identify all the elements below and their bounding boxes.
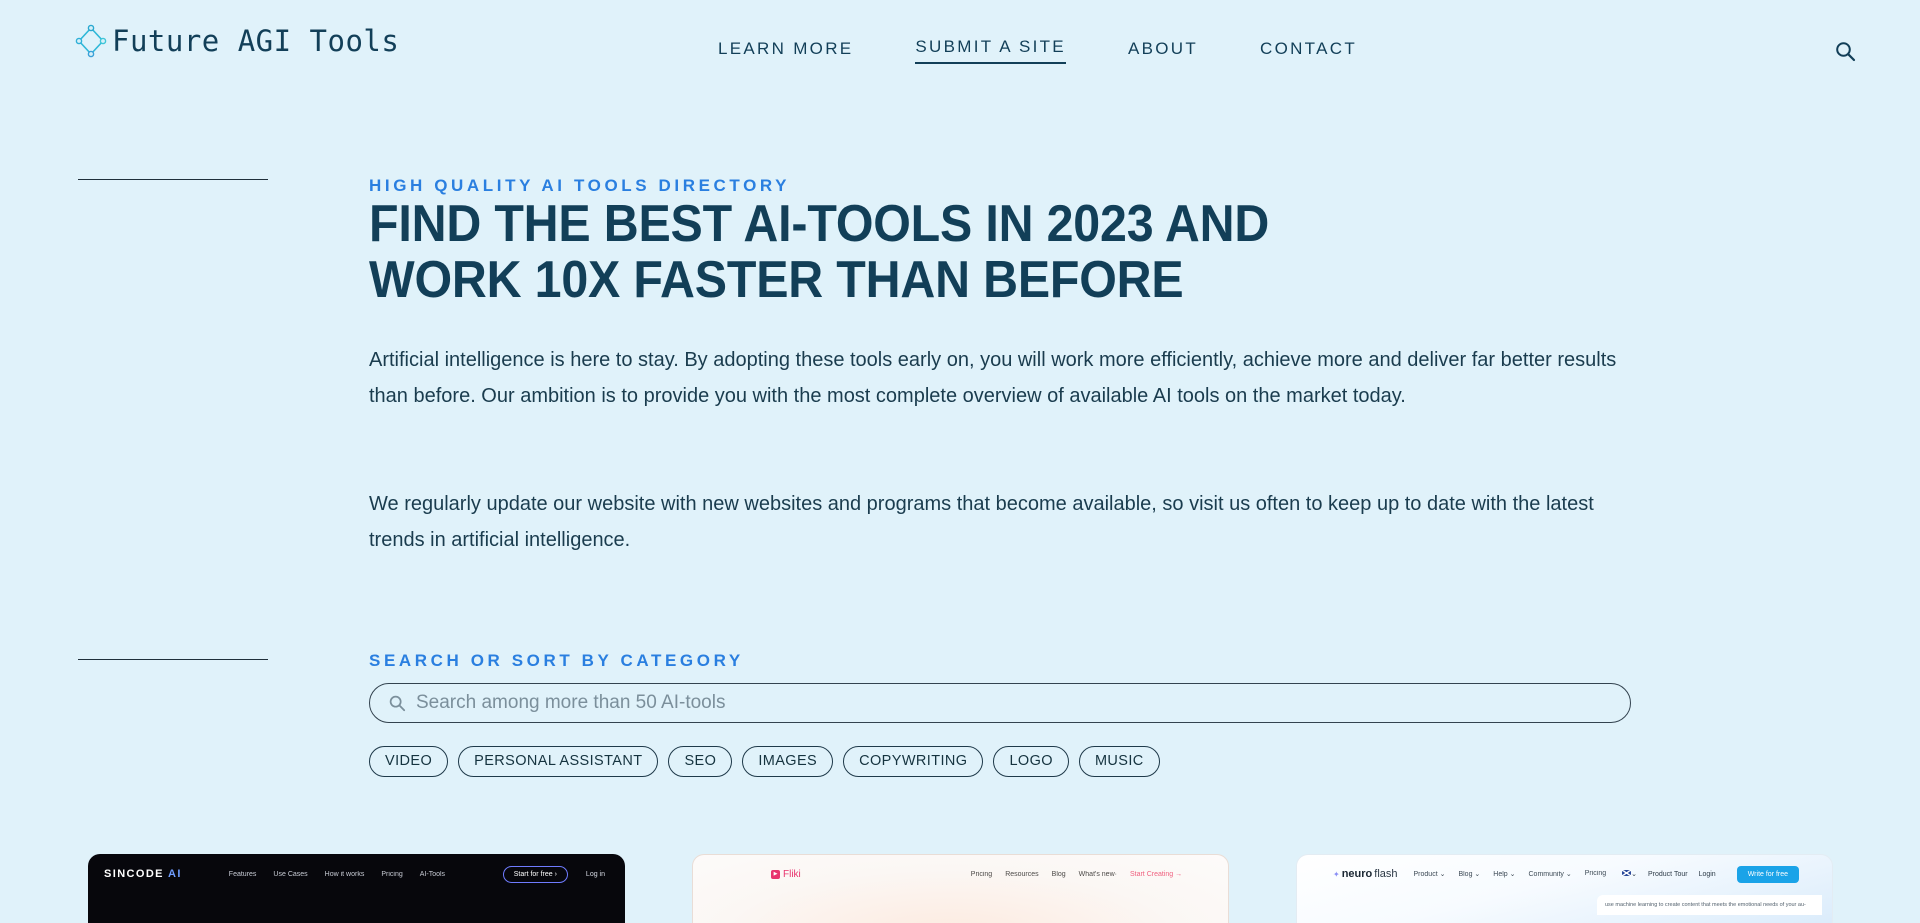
card-link[interactable]: How it works — [325, 871, 365, 878]
nav-item-submit-a-site[interactable]: SUBMIT A SITE — [915, 33, 1066, 64]
site-header: Future AGI Tools LEARN MORE SUBMIT A SIT… — [0, 0, 1920, 100]
card-link[interactable]: Pricing — [971, 871, 992, 878]
card-link[interactable]: Features — [229, 871, 257, 878]
card-link[interactable]: Pricing — [1585, 870, 1606, 878]
nav-item-learn-more[interactable]: LEARN MORE — [718, 35, 853, 63]
category-pill-seo[interactable]: SEO — [668, 746, 733, 777]
card-link[interactable]: Blog ⌄ — [1458, 870, 1480, 878]
header-search-button[interactable] — [1830, 36, 1860, 66]
card-links: Features Use Cases How it works Pricing … — [229, 871, 445, 878]
hero-paragraph-1: Artificial intelligence is here to stay.… — [369, 349, 1617, 407]
category-pill-logo[interactable]: LOGO — [993, 746, 1069, 777]
card-link[interactable]: Product ⌄ — [1414, 870, 1446, 878]
card-link[interactable]: What's new· — [1079, 871, 1117, 878]
search-icon — [1836, 42, 1856, 62]
login-link[interactable]: Login — [1699, 871, 1716, 878]
hero-eyebrow: HIGH QUALITY AI TOOLS DIRECTORY — [369, 176, 791, 195]
tool-card-sincode[interactable]: SINCODE AI Features Use Cases How it wor… — [88, 854, 625, 923]
spark-icon: ✦ — [1333, 869, 1340, 879]
search-field-wrapper[interactable] — [369, 683, 1631, 723]
card-logo-text: SINCODE — [104, 868, 164, 880]
card-nav: ✦ neuro flash Product ⌄ Blog ⌄ Help ⌄ Co… — [1297, 855, 1832, 889]
card-logo-suffix: flash — [1374, 868, 1398, 880]
card-body-text: use machine learning to create content t… — [1597, 895, 1822, 915]
brand-name: Future AGI Tools — [112, 24, 400, 58]
card-logo-text: Fliki — [783, 868, 801, 880]
diamond-nodes-icon — [75, 24, 107, 58]
play-badge-icon: ▶ — [771, 869, 780, 879]
category-pill-personal-assistant[interactable]: PERSONAL ASSISTANT — [458, 746, 659, 777]
flag-icon — [1622, 870, 1632, 876]
tool-card-fliki[interactable]: ▶ Fliki Pricing Resources Blog What's ne… — [692, 854, 1229, 923]
search-section-eyebrow: SEARCH OR SORT BY CATEGORY — [369, 651, 744, 670]
product-tour-link[interactable]: Product Tour — [1648, 871, 1688, 878]
card-cta-link[interactable]: Start Creating → — [1130, 871, 1182, 878]
card-link[interactable]: Community ⌄ — [1529, 870, 1572, 878]
category-pill-video[interactable]: VIDEO — [369, 746, 449, 777]
card-logo-text: neuro — [1341, 868, 1373, 880]
category-pill-images[interactable]: IMAGES — [742, 746, 834, 777]
card-nav: SINCODE AI Features Use Cases How it wor… — [88, 854, 625, 888]
hero-paragraph-2: We regularly update our website with new… — [369, 493, 1594, 551]
card-link[interactable]: Blog — [1052, 871, 1066, 878]
search-icon — [388, 694, 406, 712]
card-logo-neuroflash: ✦ neuro flash — [1333, 868, 1398, 880]
search-input[interactable] — [416, 692, 1612, 714]
category-pill-copywriting[interactable]: COPYWRITING — [843, 746, 984, 777]
card-cta-button[interactable]: Write for free — [1736, 865, 1800, 883]
hero-rule — [78, 179, 268, 180]
nav-item-contact[interactable]: CONTACT — [1260, 35, 1357, 63]
main-navigation: LEARN MORE SUBMIT A SITE ABOUT CONTACT — [718, 33, 1357, 64]
card-links: Product ⌄ Blog ⌄ Help ⌄ Community ⌄ Pric… — [1414, 870, 1607, 878]
tool-card-neuroflash[interactable]: ✦ neuro flash Product ⌄ Blog ⌄ Help ⌄ Co… — [1296, 854, 1833, 923]
language-selector[interactable]: ⌄ — [1622, 870, 1637, 878]
card-link[interactable]: AI-Tools — [420, 871, 445, 878]
card-login-link[interactable]: Log in — [586, 871, 605, 878]
card-logo-fliki: ▶ Fliki — [771, 869, 801, 880]
card-link[interactable]: Use Cases — [273, 871, 307, 878]
category-pill-music[interactable]: MUSIC — [1078, 746, 1160, 777]
page-title: FIND THE BEST AI-TOOLS IN 2023 AND WORK … — [369, 195, 1270, 309]
card-cta-button[interactable]: Start for free › — [502, 865, 568, 883]
card-link[interactable]: Pricing — [381, 871, 402, 878]
card-nav: ▶ Fliki Pricing Resources Blog What's ne… — [693, 855, 1228, 889]
card-links: Pricing Resources Blog What's new· — [971, 871, 1117, 878]
tool-card-list: SINCODE AI Features Use Cases How it wor… — [88, 854, 1833, 923]
page-root: Future AGI Tools LEARN MORE SUBMIT A SIT… — [0, 0, 1920, 923]
search-rule — [78, 659, 268, 660]
card-logo-suffix: AI — [167, 868, 182, 880]
card-logo-sincode: SINCODE AI — [104, 868, 182, 880]
card-link[interactable]: Resources — [1005, 871, 1038, 878]
category-filter-list: VIDEO PERSONAL ASSISTANT SEO IMAGES COPY… — [369, 746, 1160, 777]
brand-logo[interactable]: Future AGI Tools — [74, 24, 399, 58]
card-utility-links: ⌄ Product Tour Login Write for free — [1622, 865, 1800, 883]
nav-item-about[interactable]: ABOUT — [1128, 35, 1198, 63]
card-link[interactable]: Help ⌄ — [1493, 870, 1515, 878]
